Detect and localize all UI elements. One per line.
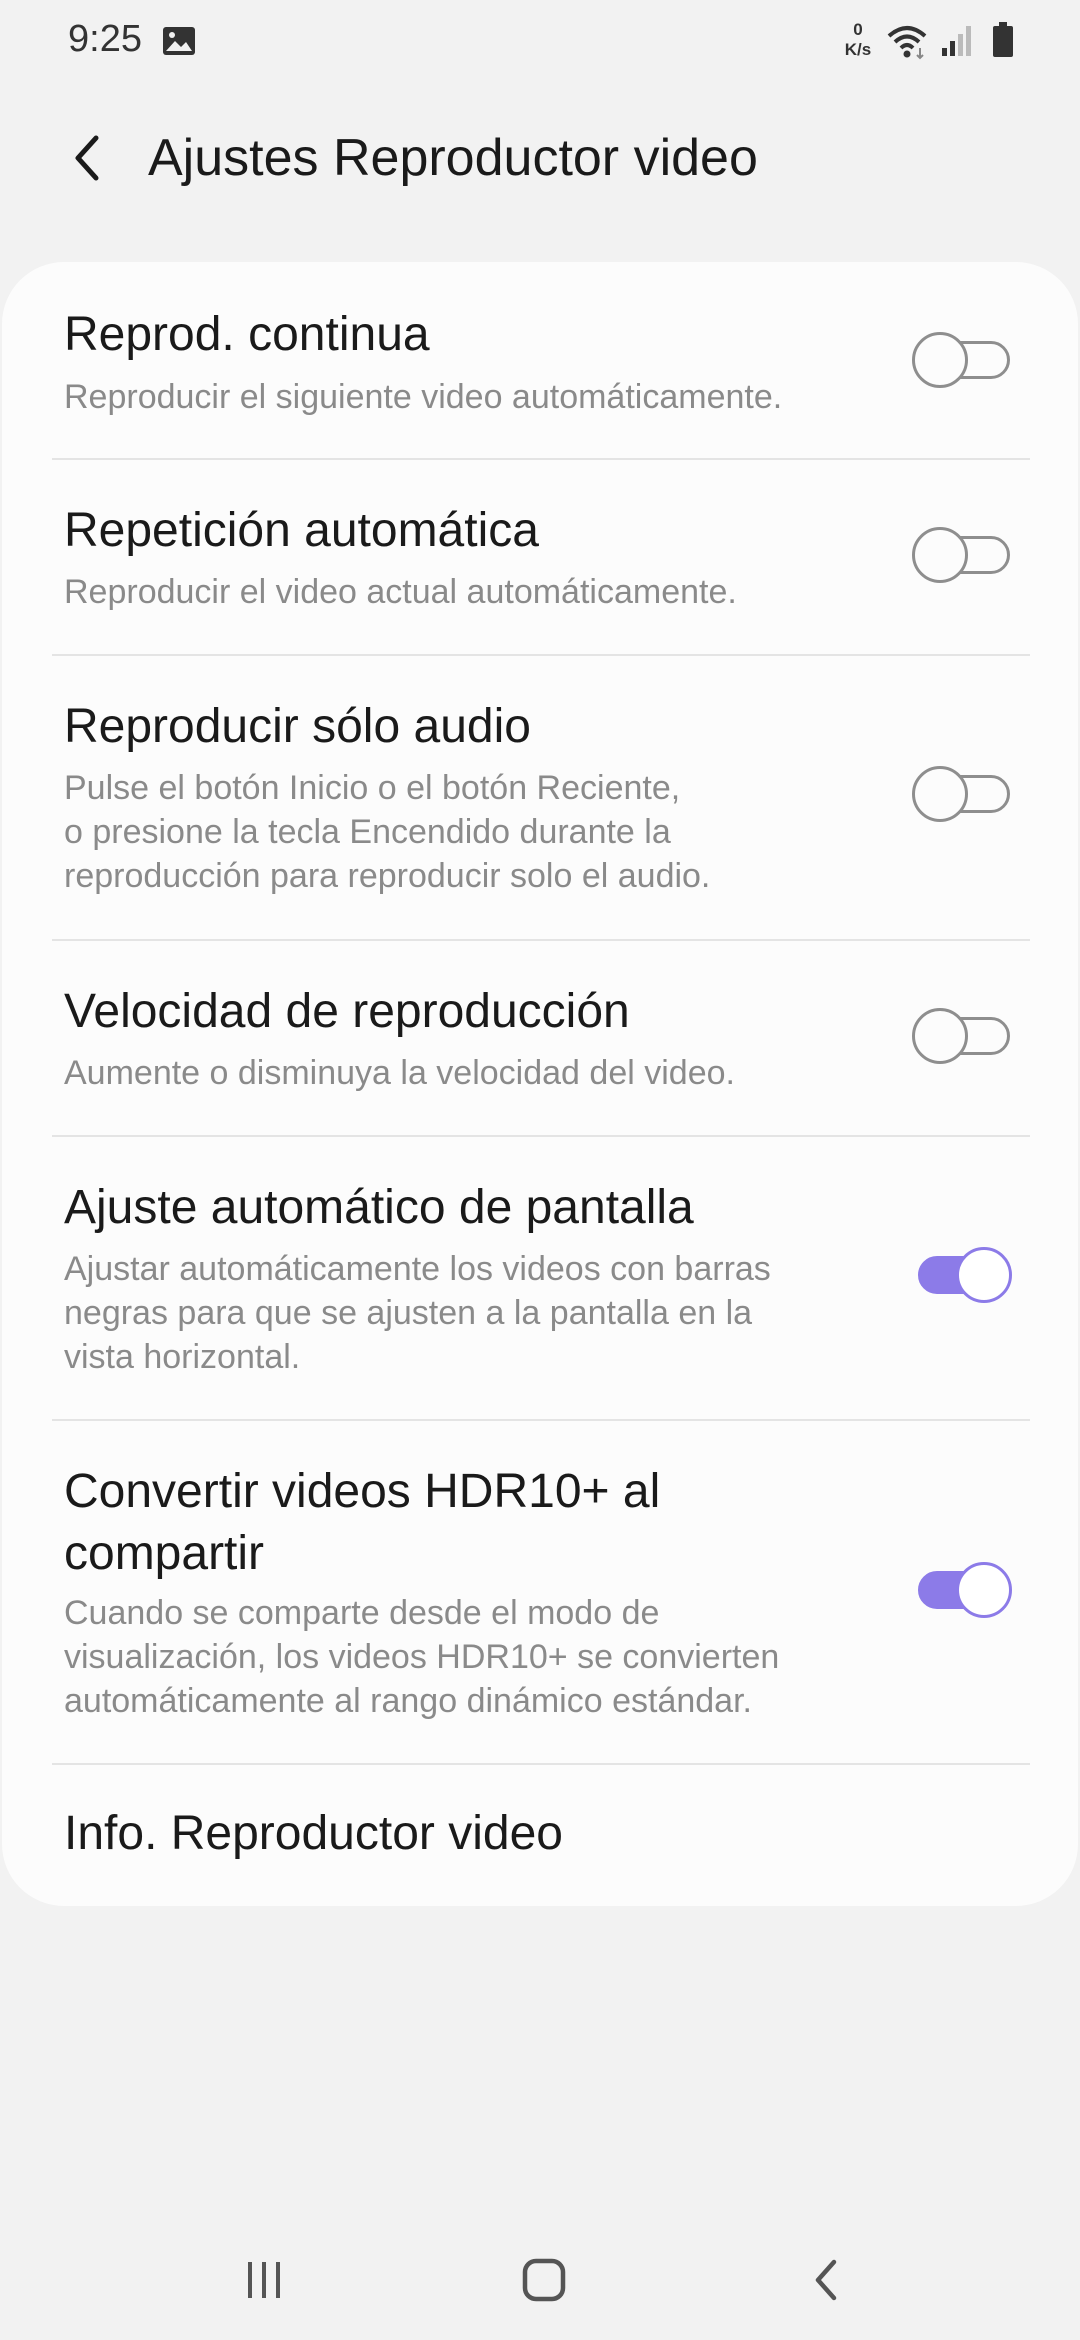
subtitle-line: o presione la tecla Encendido durante la bbox=[64, 813, 671, 851]
continuous-play-toggle[interactable] bbox=[912, 332, 1012, 388]
navigation-bar bbox=[0, 2220, 1080, 2340]
battery-icon bbox=[992, 22, 1014, 63]
wifi-icon bbox=[886, 24, 928, 65]
convert-hdr10-toggle[interactable] bbox=[912, 1562, 1012, 1618]
status-bar: 9:25 0 K/s bbox=[0, 0, 1080, 86]
title-line: compartir bbox=[64, 1527, 265, 1580]
setting-subtitle: Ajustar automáticamente los videos con b… bbox=[64, 1247, 884, 1379]
subtitle-line: Pulse el botón Inicio o el botón Recient… bbox=[64, 769, 681, 807]
app-bar: Ajustes Reproductor video bbox=[0, 100, 1080, 220]
subtitle-line: Ajustar automáticamente los videos con b… bbox=[64, 1250, 771, 1288]
nav-back-button[interactable] bbox=[786, 2240, 866, 2320]
back-icon bbox=[815, 2259, 837, 2301]
net-speed-unit: K/s bbox=[844, 40, 872, 59]
setting-subtitle: Pulse el botón Inicio o el botón Recient… bbox=[64, 766, 884, 898]
back-button[interactable] bbox=[50, 120, 126, 196]
auto-fit-screen-toggle[interactable] bbox=[912, 1247, 1012, 1303]
setting-auto-fit-screen[interactable]: Ajuste automático de pantalla Ajustar au… bbox=[2, 1137, 1078, 1421]
chevron-left-icon bbox=[75, 135, 99, 181]
setting-subtitle: Reproducir el video actual automáticamen… bbox=[64, 573, 737, 611]
audio-only-toggle[interactable] bbox=[912, 766, 1012, 822]
auto-repeat-toggle[interactable] bbox=[912, 527, 1012, 583]
setting-playback-speed[interactable]: Velocidad de reproducción Aumente o dism… bbox=[2, 941, 1078, 1137]
settings-card: Reprod. continua Reproducir el siguiente… bbox=[2, 262, 1078, 1906]
setting-subtitle: Cuando se comparte desde el modo de visu… bbox=[64, 1591, 884, 1723]
setting-title: Reprod. continua bbox=[64, 308, 430, 361]
page-title: Ajustes Reproductor video bbox=[148, 129, 758, 187]
gallery-icon bbox=[162, 26, 196, 61]
subtitle-line: Cuando se comparte desde el modo de bbox=[64, 1594, 660, 1632]
setting-convert-hdr10[interactable]: Convertir videos HDR10+ al compartir Cua… bbox=[2, 1421, 1078, 1765]
net-speed-value: 0 bbox=[853, 20, 863, 39]
setting-title: Reproducir sólo audio bbox=[64, 700, 531, 753]
subtitle-line: reproducción para reproducir solo el aud… bbox=[64, 857, 711, 895]
setting-subtitle: Aumente o disminuya la velocidad del vid… bbox=[64, 1054, 735, 1092]
recent-apps-icon bbox=[248, 2262, 280, 2298]
setting-about-video-player[interactable]: Info. Reproductor video bbox=[2, 1765, 1078, 1905]
status-time: 9:25 bbox=[68, 18, 142, 60]
title-line: Convertir videos HDR10+ al bbox=[64, 1465, 661, 1518]
setting-title: Convertir videos HDR10+ al compartir bbox=[64, 1461, 884, 1585]
subtitle-line: negras para que se ajusten a la pantalla… bbox=[64, 1294, 753, 1332]
setting-title: Ajuste automático de pantalla bbox=[64, 1181, 694, 1234]
setting-title: Repetición automática bbox=[64, 504, 539, 557]
setting-subtitle: Reproducir el siguiente video automática… bbox=[64, 378, 783, 416]
setting-continuous-play[interactable]: Reprod. continua Reproducir el siguiente… bbox=[2, 262, 1078, 458]
subtitle-line: vista horizontal. bbox=[64, 1338, 301, 1376]
network-speed-indicator: 0 K/s bbox=[838, 20, 878, 60]
playback-speed-toggle[interactable] bbox=[912, 1008, 1012, 1064]
home-icon bbox=[522, 2258, 566, 2302]
home-button[interactable] bbox=[504, 2240, 584, 2320]
subtitle-line: visualización, los videos HDR10+ se conv… bbox=[64, 1638, 780, 1676]
subtitle-line: automáticamente al rango dinámico estánd… bbox=[64, 1682, 752, 1720]
setting-auto-repeat[interactable]: Repetición automática Reproducir el vide… bbox=[2, 460, 1078, 656]
setting-title: Info. Reproductor video bbox=[64, 1807, 563, 1860]
setting-audio-only[interactable]: Reproducir sólo audio Pulse el botón Ini… bbox=[2, 656, 1078, 940]
setting-title: Velocidad de reproducción bbox=[64, 985, 630, 1038]
signal-icon bbox=[940, 24, 974, 63]
recent-apps-button[interactable] bbox=[224, 2240, 304, 2320]
